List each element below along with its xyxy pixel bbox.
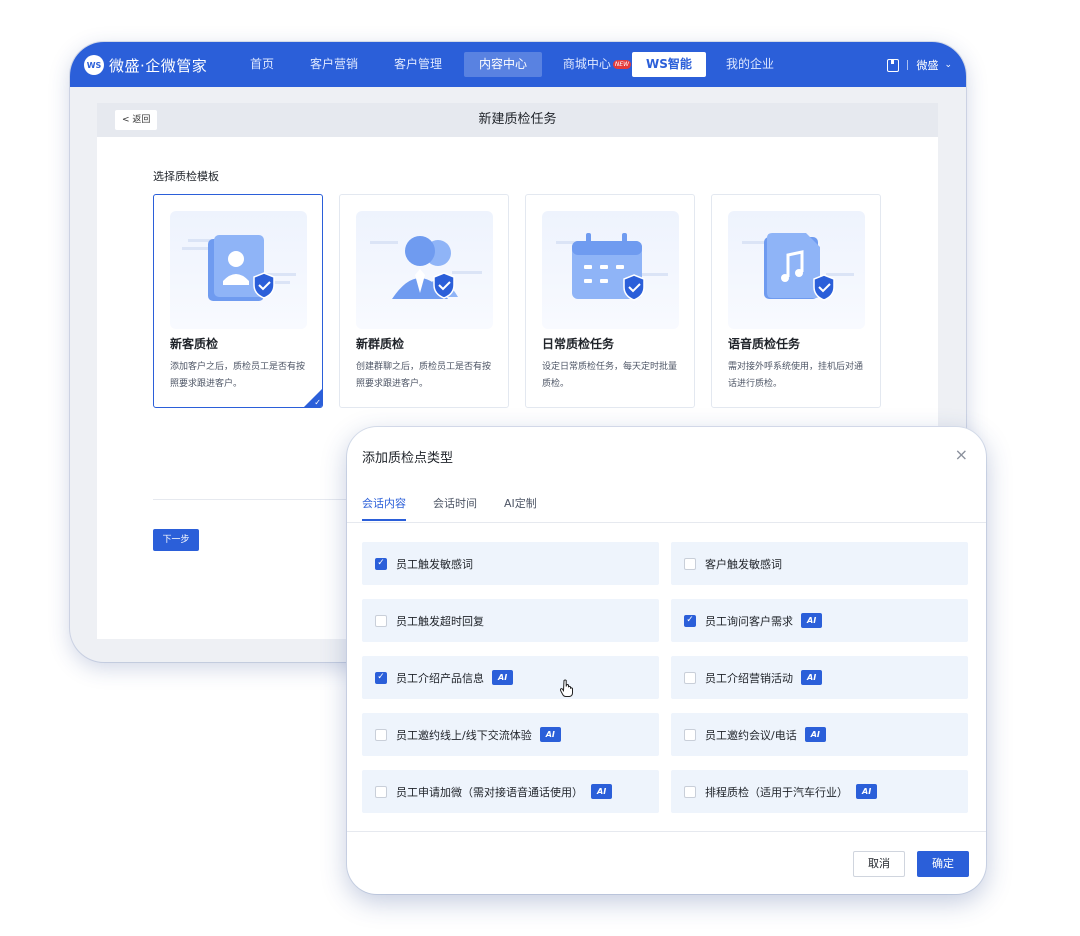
- ai-badge: AI: [539, 727, 561, 742]
- check-option[interactable]: ✓ 员工介绍产品信息 AI: [362, 656, 659, 699]
- nav-item-home[interactable]: 首页: [242, 52, 282, 77]
- ai-badge: AI: [492, 670, 514, 685]
- option-label: 员工介绍营销活动: [705, 671, 793, 685]
- check-icon: ✓: [314, 398, 321, 407]
- group-users-shield-icon: [356, 211, 493, 329]
- ai-badge: AI: [856, 784, 878, 799]
- tab-conversation-content[interactable]: 会话内容: [362, 495, 406, 511]
- option-label: 客户触发敏感词: [705, 557, 782, 571]
- page-header: 新建质检任务 < 返回: [97, 103, 938, 137]
- template-desc: 创建群聊之后，质检员工是否有按照要求跟进客户。: [356, 362, 492, 389]
- check-option[interactable]: ✓ 员工询问客户需求 AI: [671, 599, 968, 642]
- option-label: 员工询问客户需求: [705, 614, 793, 628]
- add-check-type-dialog: 添加质检点类型 × 会话内容 会话时间 AI定制 ✓ 员工触发敏感词 客户触发敏感词…: [347, 427, 986, 894]
- nav-item-mall-center[interactable]: 商城中心 NEW: [560, 52, 634, 77]
- section-label: 选择质检模板: [153, 170, 219, 183]
- ai-badge: AI: [591, 784, 613, 799]
- template-desc: 设定日常质检任务，每天定时批量质检。: [542, 362, 678, 389]
- template-card-voice[interactable]: 语音质检任务 需对接外呼系统使用，挂机后对通话进行质检。: [711, 194, 881, 408]
- checkbox[interactable]: [684, 785, 696, 798]
- template-title: 语音质检任务: [728, 337, 801, 351]
- check-option[interactable]: 员工邀约会议/电话 AI: [671, 713, 968, 756]
- check-option[interactable]: 员工介绍营销活动 AI: [671, 656, 968, 699]
- nav-item-content-center[interactable]: 内容中心: [464, 52, 542, 77]
- template-title: 日常质检任务: [542, 337, 615, 351]
- back-button[interactable]: < 返回: [115, 110, 158, 130]
- music-document-shield-icon: [728, 211, 865, 329]
- nav-item-ws-ai[interactable]: WS智能: [632, 52, 706, 77]
- template-title: 新群质检: [356, 337, 405, 351]
- checkbox-checked[interactable]: ✓: [375, 671, 387, 684]
- option-label: 员工申请加微（需对接语音通话使用）: [396, 785, 583, 799]
- nav-item-customer-management[interactable]: 客户管理: [390, 52, 446, 77]
- checkbox-checked[interactable]: ✓: [684, 614, 696, 627]
- ai-badge: AI: [804, 727, 826, 742]
- cancel-button[interactable]: 取消: [853, 851, 905, 877]
- nav-separator: [907, 60, 909, 70]
- nav-item-mall-label: 商城中心: [562, 57, 611, 71]
- check-option[interactable]: 员工触发超时回复: [362, 599, 659, 642]
- new-badge: NEW: [612, 60, 632, 69]
- nav-item-my-enterprise[interactable]: 我的企业: [722, 52, 778, 77]
- logo-icon: WS: [84, 55, 104, 75]
- template-card-daily[interactable]: 日常质检任务 设定日常质检任务，每天定时批量质检。: [525, 194, 695, 408]
- user-menu[interactable]: 微盛 ⌄: [887, 56, 952, 74]
- tab-ai-custom[interactable]: AI定制: [504, 495, 537, 511]
- user-document-shield-icon: [170, 211, 307, 329]
- option-label: 员工触发超时回复: [396, 614, 484, 628]
- chevron-down-icon: ⌄: [944, 60, 952, 70]
- book-icon[interactable]: [887, 58, 900, 72]
- check-option[interactable]: ✓ 员工触发敏感词: [362, 542, 659, 585]
- hand-cursor-icon: [560, 679, 573, 697]
- checkbox[interactable]: [375, 728, 387, 741]
- checkbox[interactable]: [684, 671, 696, 684]
- user-name: 微盛: [916, 59, 939, 72]
- nav-item-customer-marketing[interactable]: 客户营销: [306, 52, 362, 77]
- divider: [153, 499, 353, 500]
- checkbox[interactable]: [684, 728, 696, 741]
- check-option[interactable]: 客户触发敏感词: [671, 542, 968, 585]
- active-tab-indicator: [362, 519, 406, 521]
- option-label: 员工邀约线上/线下交流体验: [396, 728, 532, 742]
- ai-badge: AI: [801, 670, 823, 685]
- logo[interactable]: WS 微盛·企微管家: [84, 53, 207, 77]
- logo-text: 微盛·企微管家: [109, 56, 208, 75]
- checkbox-checked[interactable]: ✓: [375, 557, 387, 570]
- close-icon[interactable]: ×: [955, 445, 968, 464]
- ai-badge: AI: [801, 613, 823, 628]
- option-label: 排程质检（适用于汽车行业）: [705, 785, 848, 799]
- option-label: 员工介绍产品信息: [396, 671, 484, 685]
- tabs-divider: [347, 522, 986, 523]
- confirm-button[interactable]: 确定: [917, 851, 969, 877]
- tab-conversation-time[interactable]: 会话时间: [433, 495, 477, 511]
- template-card-new-customer[interactable]: 新客质检 添加客户之后，质检员工是否有按照要求跟进客户。 ✓: [153, 194, 323, 408]
- checkbox[interactable]: [375, 614, 387, 627]
- option-label: 员工触发敏感词: [396, 557, 473, 571]
- next-step-button[interactable]: 下一步: [153, 529, 199, 551]
- footer-divider: [347, 831, 986, 832]
- check-option[interactable]: 排程质检（适用于汽车行业） AI: [671, 770, 968, 813]
- top-nav: WS 微盛·企微管家 首页 客户营销 客户管理 内容中心 商城中心 NEW WS智…: [70, 42, 966, 87]
- check-option[interactable]: 员工申请加微（需对接语音通话使用） AI: [362, 770, 659, 813]
- check-option[interactable]: 员工邀约线上/线下交流体验 AI: [362, 713, 659, 756]
- checkbox[interactable]: [375, 785, 387, 798]
- template-desc: 需对接外呼系统使用，挂机后对通话进行质检。: [728, 362, 864, 389]
- template-card-new-group[interactable]: 新群质检 创建群聊之后，质检员工是否有按照要求跟进客户。: [339, 194, 509, 408]
- option-label: 员工邀约会议/电话: [705, 728, 797, 742]
- checkbox[interactable]: [684, 557, 696, 570]
- template-desc: 添加客户之后，质检员工是否有按照要求跟进客户。: [170, 362, 306, 389]
- calendar-shield-icon: [542, 211, 679, 329]
- template-title: 新客质检: [170, 337, 219, 351]
- page-title: 新建质检任务: [478, 112, 557, 127]
- dialog-title: 添加质检点类型: [362, 451, 454, 466]
